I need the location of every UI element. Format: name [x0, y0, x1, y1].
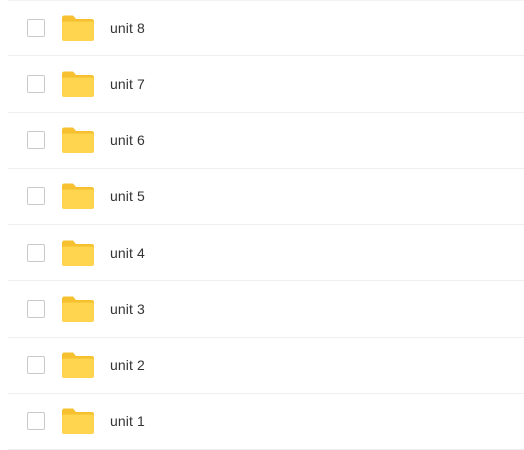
- file-row-unit-5[interactable]: unit 5: [8, 169, 524, 225]
- file-name[interactable]: unit 6: [110, 132, 145, 148]
- folder-icon: [61, 126, 95, 154]
- row-checkbox[interactable]: [27, 356, 45, 375]
- file-name[interactable]: unit 8: [110, 20, 145, 36]
- file-name[interactable]: unit 5: [110, 188, 145, 204]
- folder-icon: [61, 182, 95, 210]
- file-name[interactable]: unit 7: [110, 76, 145, 92]
- file-row-unit-6[interactable]: unit 6: [8, 113, 524, 169]
- file-row-unit-2[interactable]: unit 2: [8, 338, 524, 394]
- file-row-unit-3[interactable]: unit 3: [8, 281, 524, 338]
- file-list: unit 8 unit 7 unit 6 unit 5 unit 4 unit …: [0, 0, 524, 450]
- folder-icon: [61, 407, 95, 435]
- folder-icon: [61, 239, 95, 267]
- file-name[interactable]: unit 1: [110, 413, 145, 429]
- file-name[interactable]: unit 2: [110, 357, 145, 373]
- row-checkbox[interactable]: [27, 74, 45, 93]
- file-row-unit-4[interactable]: unit 4: [8, 225, 524, 282]
- file-row-unit-8[interactable]: unit 8: [8, 0, 524, 57]
- row-checkbox[interactable]: [27, 131, 45, 150]
- folder-icon: [61, 295, 95, 323]
- folder-icon: [61, 14, 95, 42]
- row-checkbox[interactable]: [27, 412, 45, 431]
- file-name[interactable]: unit 4: [110, 245, 145, 261]
- file-row-unit-1[interactable]: unit 1: [8, 394, 524, 450]
- row-checkbox[interactable]: [27, 19, 45, 38]
- row-checkbox[interactable]: [27, 243, 45, 262]
- row-checkbox[interactable]: [27, 299, 45, 318]
- folder-icon: [61, 70, 95, 98]
- file-name[interactable]: unit 3: [110, 301, 145, 317]
- file-row-unit-7[interactable]: unit 7: [8, 56, 524, 113]
- folder-icon: [61, 351, 95, 379]
- row-checkbox[interactable]: [27, 187, 45, 206]
